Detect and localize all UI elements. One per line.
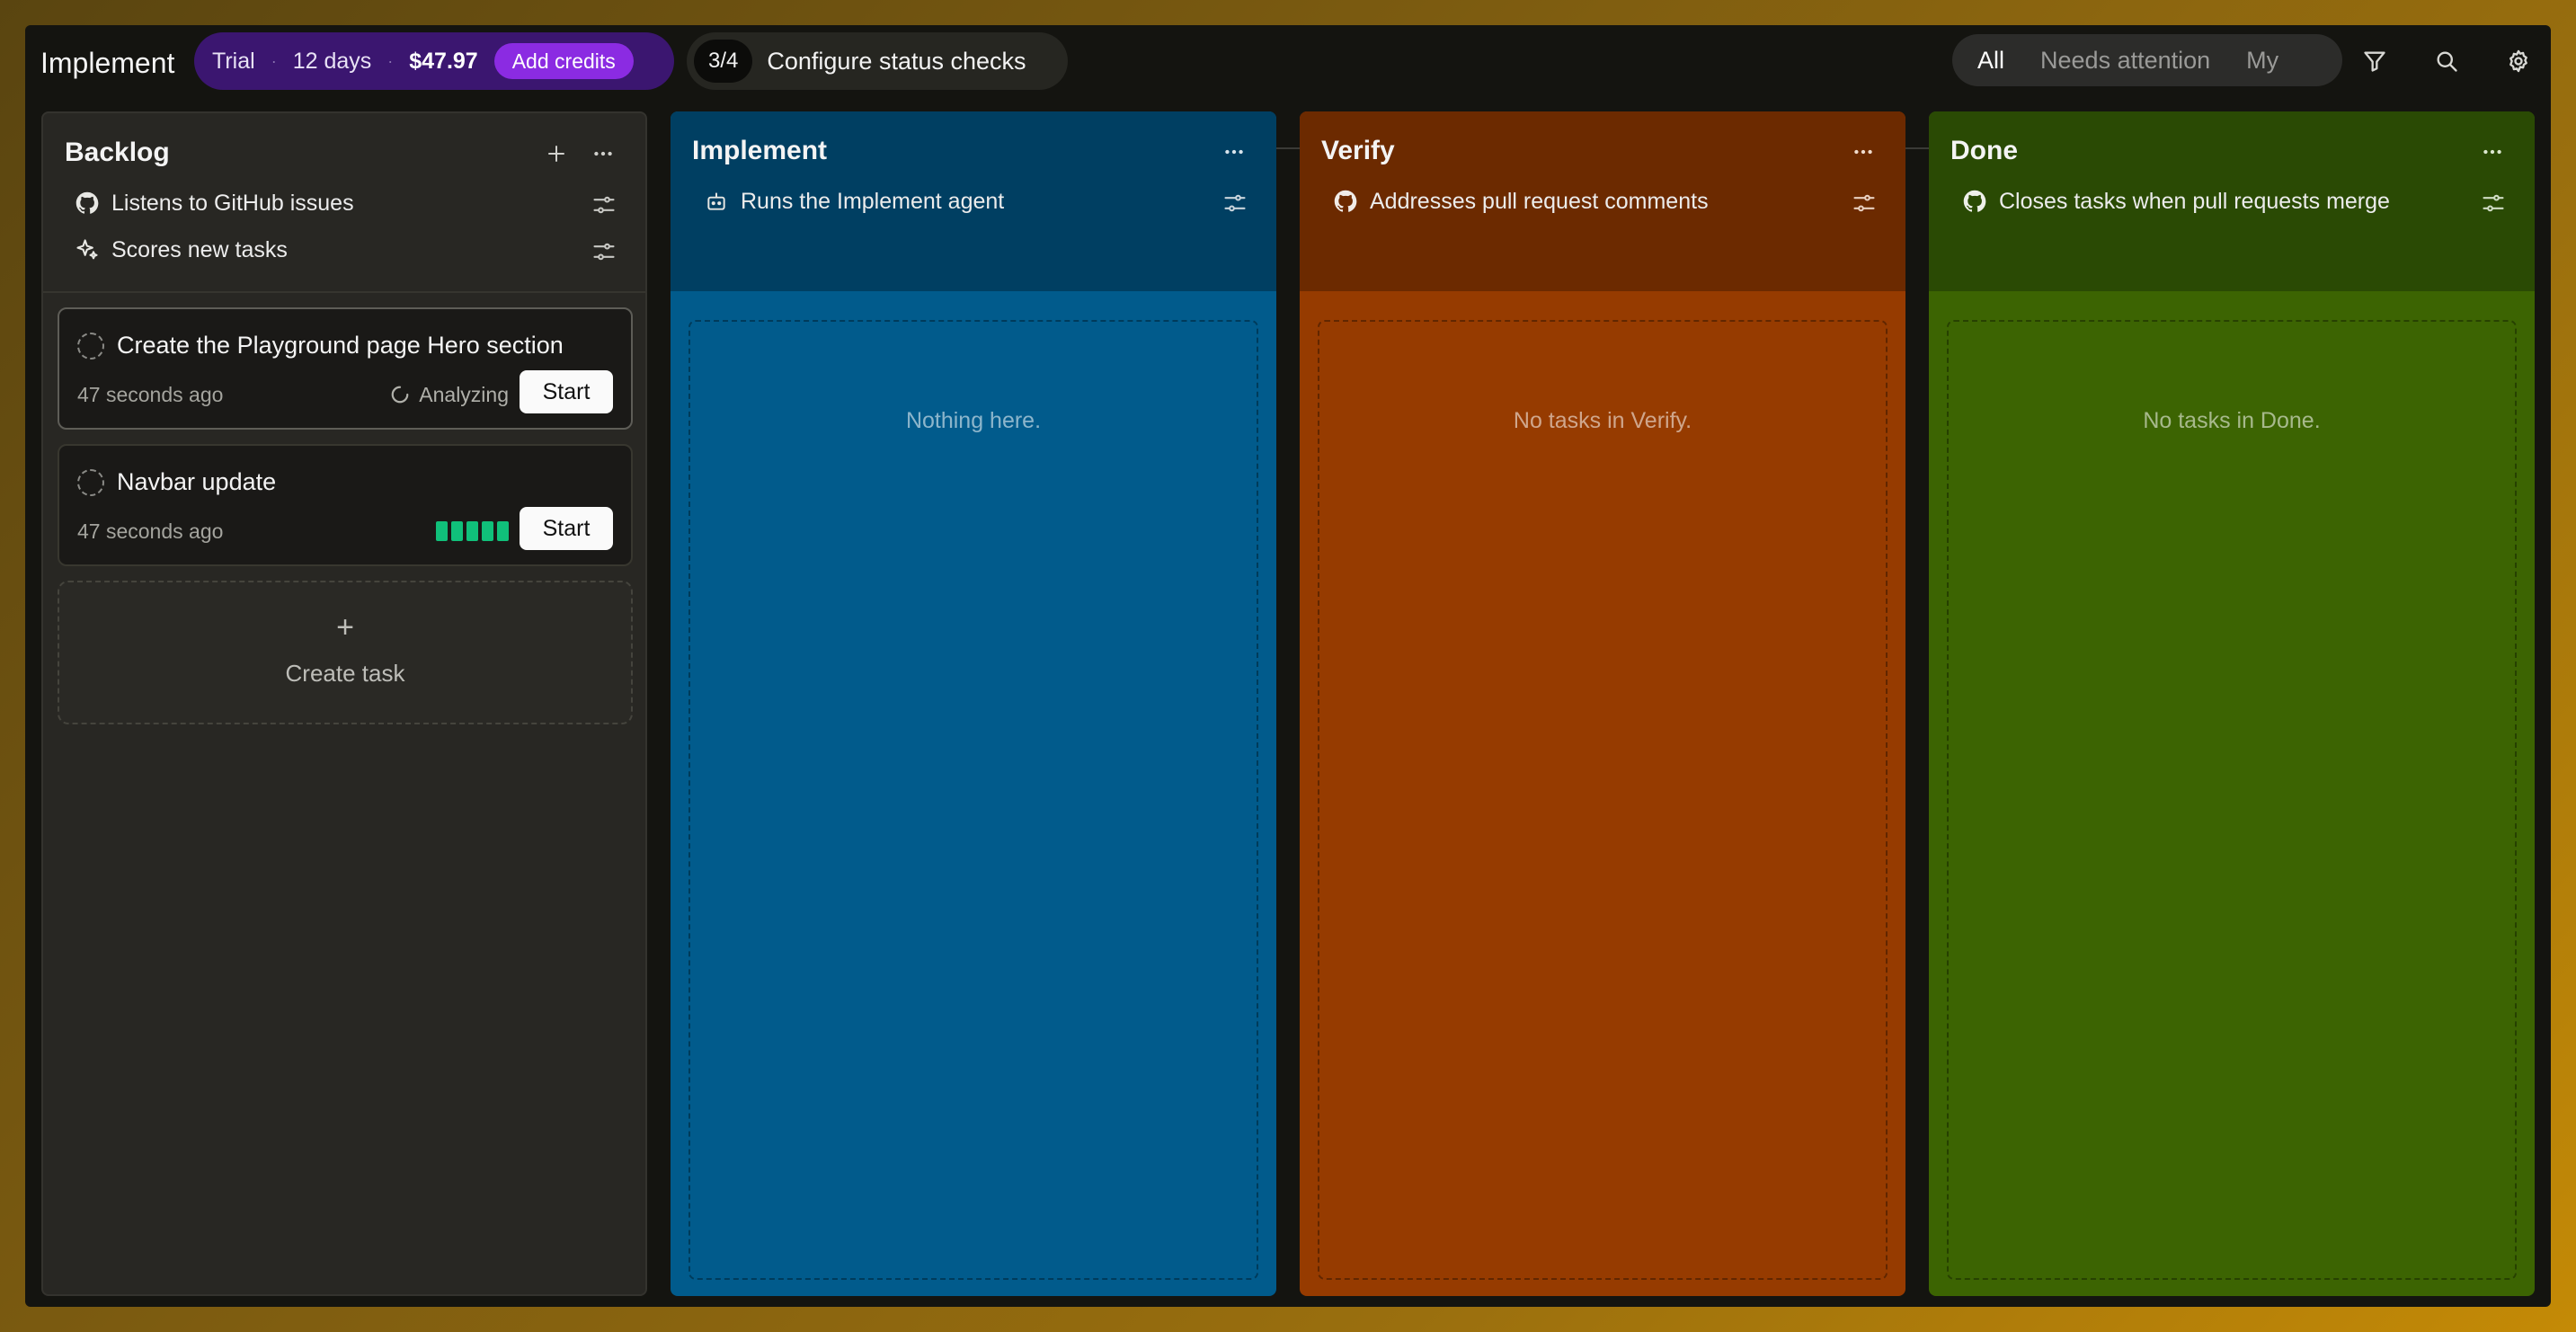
- rule-label: Listens to GitHub issues: [111, 190, 354, 216]
- column-done: Done Closes tasks when pull requests mer…: [1929, 111, 2535, 1296]
- score-segment: [466, 521, 478, 541]
- start-button[interactable]: Start: [520, 370, 613, 413]
- column-implement: Implement Runs the Implement agent Nothi…: [671, 111, 1276, 1296]
- task-status-circle: [77, 469, 104, 496]
- credit-amount: $47.97: [409, 48, 478, 74]
- analyzing-label: Analyzing: [419, 383, 509, 406]
- page-title: Implement: [40, 47, 175, 79]
- create-task-button[interactable]: + Create task: [58, 581, 633, 724]
- column-body: No tasks in Done.: [1929, 291, 2535, 1296]
- rule-label: Runs the Implement agent: [741, 188, 1005, 214]
- rule-score-tasks[interactable]: Scores new tasks: [74, 234, 288, 266]
- spinner-icon: [391, 386, 409, 404]
- trial-days: 12 days: [292, 48, 372, 74]
- sliders-icon[interactable]: [1852, 191, 1877, 216]
- more-options-icon[interactable]: [590, 140, 617, 167]
- column-title: Implement: [692, 136, 828, 165]
- task-title: Create the Playground page Hero section: [117, 332, 564, 359]
- empty-message: Nothing here.: [905, 408, 1042, 433]
- column-header: Done Closes tasks when pull requests mer…: [1929, 111, 2535, 291]
- task-score-bar: [436, 521, 509, 541]
- column-body: No tasks in Verify.: [1300, 291, 1905, 1296]
- sliders-icon[interactable]: [2481, 191, 2506, 216]
- rule-github-issues[interactable]: Listens to GitHub issues: [74, 187, 354, 219]
- column-header: Verify Addresses pull request comments: [1300, 111, 1905, 291]
- score-segment: [497, 521, 509, 541]
- add-task-icon[interactable]: [543, 140, 570, 167]
- empty-message: No tasks in Done.: [2143, 408, 2321, 433]
- tab-needs-attention[interactable]: Needs attention: [2022, 40, 2228, 80]
- score-segment: [436, 521, 448, 541]
- tab-all[interactable]: All: [1959, 40, 2022, 80]
- column-title: Done: [1950, 136, 2018, 165]
- task-card[interactable]: Navbar update 47 seconds ago Start: [58, 444, 633, 566]
- gear-icon[interactable]: [2502, 45, 2535, 77]
- task-card[interactable]: Create the Playground page Hero section …: [58, 307, 633, 430]
- filter-icon[interactable]: [2358, 45, 2391, 77]
- rule-implement-agent[interactable]: Runs the Implement agent: [703, 185, 1004, 218]
- more-options-icon[interactable]: [1850, 138, 1877, 165]
- header: Implement Trial · 12 days · $47.97 Add c…: [25, 25, 2551, 111]
- sparkles-icon: [74, 236, 101, 263]
- column-backlog: Backlog Listens to GitHub issues Scores …: [41, 111, 647, 1296]
- drop-zone[interactable]: No tasks in Verify.: [1318, 320, 1888, 1280]
- rule-label: Closes tasks when pull requests merge: [1999, 188, 2390, 214]
- more-options-icon[interactable]: [1221, 138, 1248, 165]
- search-icon[interactable]: [2430, 45, 2463, 77]
- tab-my[interactable]: My: [2228, 40, 2296, 80]
- status-checks-count: 3/4: [694, 40, 753, 83]
- column-verify: Verify Addresses pull request comments N…: [1300, 111, 1905, 1296]
- sliders-icon[interactable]: [1222, 191, 1248, 216]
- empty-message: No tasks in Verify.: [1513, 408, 1692, 433]
- separator-dot: ·: [387, 51, 394, 70]
- more-options-icon[interactable]: [2479, 138, 2506, 165]
- column-title: Verify: [1321, 136, 1395, 165]
- rule-pr-comments[interactable]: Addresses pull request comments: [1332, 185, 1709, 218]
- sliders-icon[interactable]: [591, 192, 617, 218]
- column-body: Create the Playground page Hero section …: [43, 293, 645, 1294]
- sliders-icon[interactable]: [591, 239, 617, 264]
- task-title: Navbar update: [117, 468, 277, 495]
- separator-dot: ·: [271, 51, 277, 70]
- create-task-label: Create task: [285, 660, 405, 687]
- app-window: Implement Trial · 12 days · $47.97 Add c…: [25, 25, 2551, 1307]
- column-connector: [1276, 147, 1300, 149]
- view-filter-tabs: All Needs attention My: [1952, 34, 2342, 86]
- trial-label: Trial: [212, 48, 255, 74]
- column-header: Backlog Listens to GitHub issues Scores …: [43, 113, 645, 293]
- add-credits-button[interactable]: Add credits: [493, 43, 634, 79]
- github-icon: [74, 190, 101, 217]
- drop-zone[interactable]: Nothing here.: [688, 320, 1258, 1280]
- rule-close-on-merge[interactable]: Closes tasks when pull requests merge: [1961, 185, 2390, 218]
- start-button[interactable]: Start: [520, 507, 613, 550]
- task-timestamp: 47 seconds ago: [77, 383, 224, 406]
- rule-label: Addresses pull request comments: [1370, 188, 1709, 214]
- column-header: Implement Runs the Implement agent: [671, 111, 1276, 291]
- column-connector: [1905, 147, 1929, 149]
- rule-label: Scores new tasks: [111, 236, 288, 262]
- score-segment: [451, 521, 463, 541]
- bot-icon: [703, 188, 730, 215]
- github-icon: [1332, 188, 1359, 215]
- trial-badge: Trial · 12 days · $47.97 Add credits: [194, 32, 674, 90]
- drop-zone[interactable]: No tasks in Done.: [1947, 320, 2517, 1280]
- plus-icon: +: [336, 610, 354, 644]
- score-segment: [482, 521, 493, 541]
- github-icon: [1961, 188, 1988, 215]
- analyzing-status: Analyzing: [390, 381, 509, 408]
- task-timestamp: 47 seconds ago: [77, 519, 224, 543]
- status-checks-button[interactable]: 3/4 Configure status checks: [687, 32, 1068, 90]
- task-status-circle: [77, 333, 104, 360]
- status-checks-label: Configure status checks: [767, 47, 1026, 75]
- column-body: Nothing here.: [671, 291, 1276, 1296]
- column-title: Backlog: [65, 138, 170, 167]
